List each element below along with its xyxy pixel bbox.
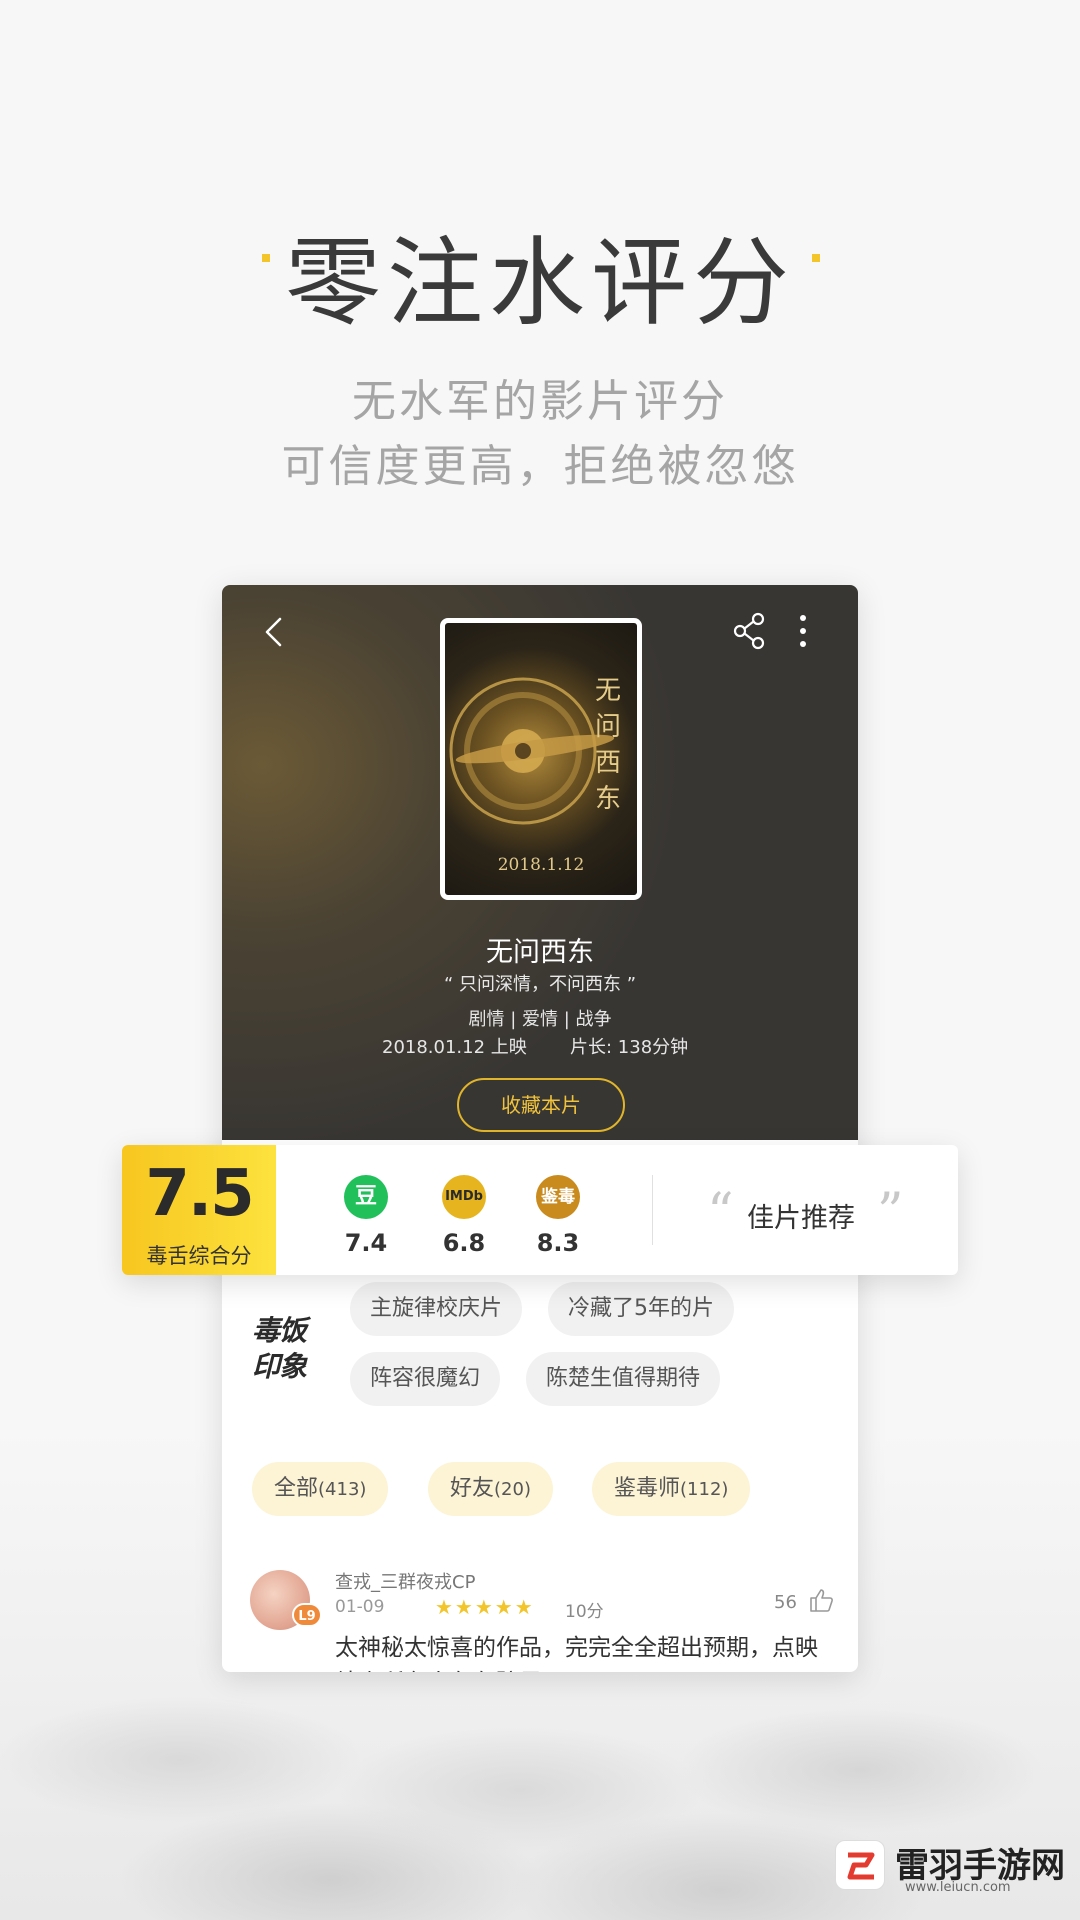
share-icon[interactable] [732,612,766,650]
filter-label: 好友 [450,1476,495,1501]
movie-title: 无问西东 [486,937,594,968]
subtitle-line2: 可信度更高，拒绝被忽悠 [281,441,799,492]
back-icon[interactable] [258,615,292,649]
level-badge: L9 [292,1603,322,1627]
jiandu-score: 8.3 [536,1229,580,1257]
filter-all[interactable]: 全部(413) [252,1462,389,1516]
like-count: 56 [774,1592,797,1613]
imdb-score: 6.8 [442,1229,486,1257]
watermark-url: www.leiucn.com [905,1880,1011,1895]
poster-date: 2018.1.12 [497,855,585,875]
comment-score: 10分 [565,1602,604,1622]
more-icon[interactable] [796,613,810,649]
impression-tag[interactable]: 阵容很魔幻 [350,1352,501,1406]
impression-tag[interactable]: 主旋律校庆片 [350,1282,523,1336]
impression-logo-line2: 印象 [252,1350,307,1383]
douban-icon: 豆 [344,1175,388,1219]
comment-text: 太神秘太惊喜的作品，完完全全超出预期，点映结束所有人久久驻足 [335,1635,818,1672]
composite-score-label: 毒舌综合分 [146,1244,252,1268]
filter-label: 鉴毒师 [614,1476,681,1501]
headline: 零注水评分 [285,227,795,339]
subtitle-line1: 无水军的影片评分 [352,376,728,427]
phone-card: 无问西东 2018.1.12 无问西东 “ 只问深情，不问西东 ” 剧情 | 爱… [222,585,858,1672]
rating-bar: 7.5 毒舌综合分 豆 7.4 IMDb 6.8 鉴毒 8.3 “ 佳片推荐 ” [122,1145,958,1275]
movie-tagline: “ 只问深情，不问西东 ” [443,974,637,995]
composite-score-value: 7.5 [145,1157,254,1231]
movie-length: 片长: 138分钟 [570,1037,689,1058]
movie-release-date: 2018.01.12 上映 [382,1037,527,1058]
filter-critics[interactable]: 鉴毒师(112) [592,1462,751,1516]
movie-poster[interactable]: 无问西东 2018.1.12 [440,618,642,900]
comment-username[interactable]: 查戎_三群夜戎CP [335,1568,475,1594]
comment-date: 01-09 [335,1597,385,1617]
open-quote-icon: “ [707,1183,734,1243]
filter-count: (20) [494,1479,531,1500]
recommend-label: 佳片推荐 [747,1203,855,1234]
accent-dot-right [812,254,820,262]
imdb-icon: IMDb [442,1175,486,1219]
poster-title: 无问西东 [594,676,621,814]
jiandu-icon: 鉴毒 [536,1175,580,1219]
impression-tag[interactable]: 冷藏了5年的片 [548,1282,734,1336]
filter-friends[interactable]: 好友(20) [428,1462,553,1516]
star-rating: ★★★★★ [435,1595,535,1619]
filter-count: (112) [680,1479,729,1500]
divider [652,1175,653,1245]
impression-logo: 毒饭 印象 [252,1313,322,1385]
movie-genres: 剧情 | 爱情 | 战争 [468,1009,612,1030]
collect-button[interactable]: 收藏本片 [457,1078,625,1132]
filter-label: 全部 [274,1476,319,1501]
close-quote-icon: ” [877,1183,904,1243]
watermark-logo-icon [835,1840,885,1890]
impression-logo-line1: 毒饭 [252,1314,307,1347]
impression-tag[interactable]: 陈楚生值得期待 [526,1352,721,1406]
filter-count: (413) [318,1479,367,1500]
composite-score: 7.5 毒舌综合分 [122,1145,276,1275]
douban-score: 7.4 [344,1229,388,1257]
thumbs-up-icon[interactable] [808,1587,834,1613]
movie-header: 无问西东 2018.1.12 无问西东 “ 只问深情，不问西东 ” 剧情 | 爱… [222,585,858,1140]
